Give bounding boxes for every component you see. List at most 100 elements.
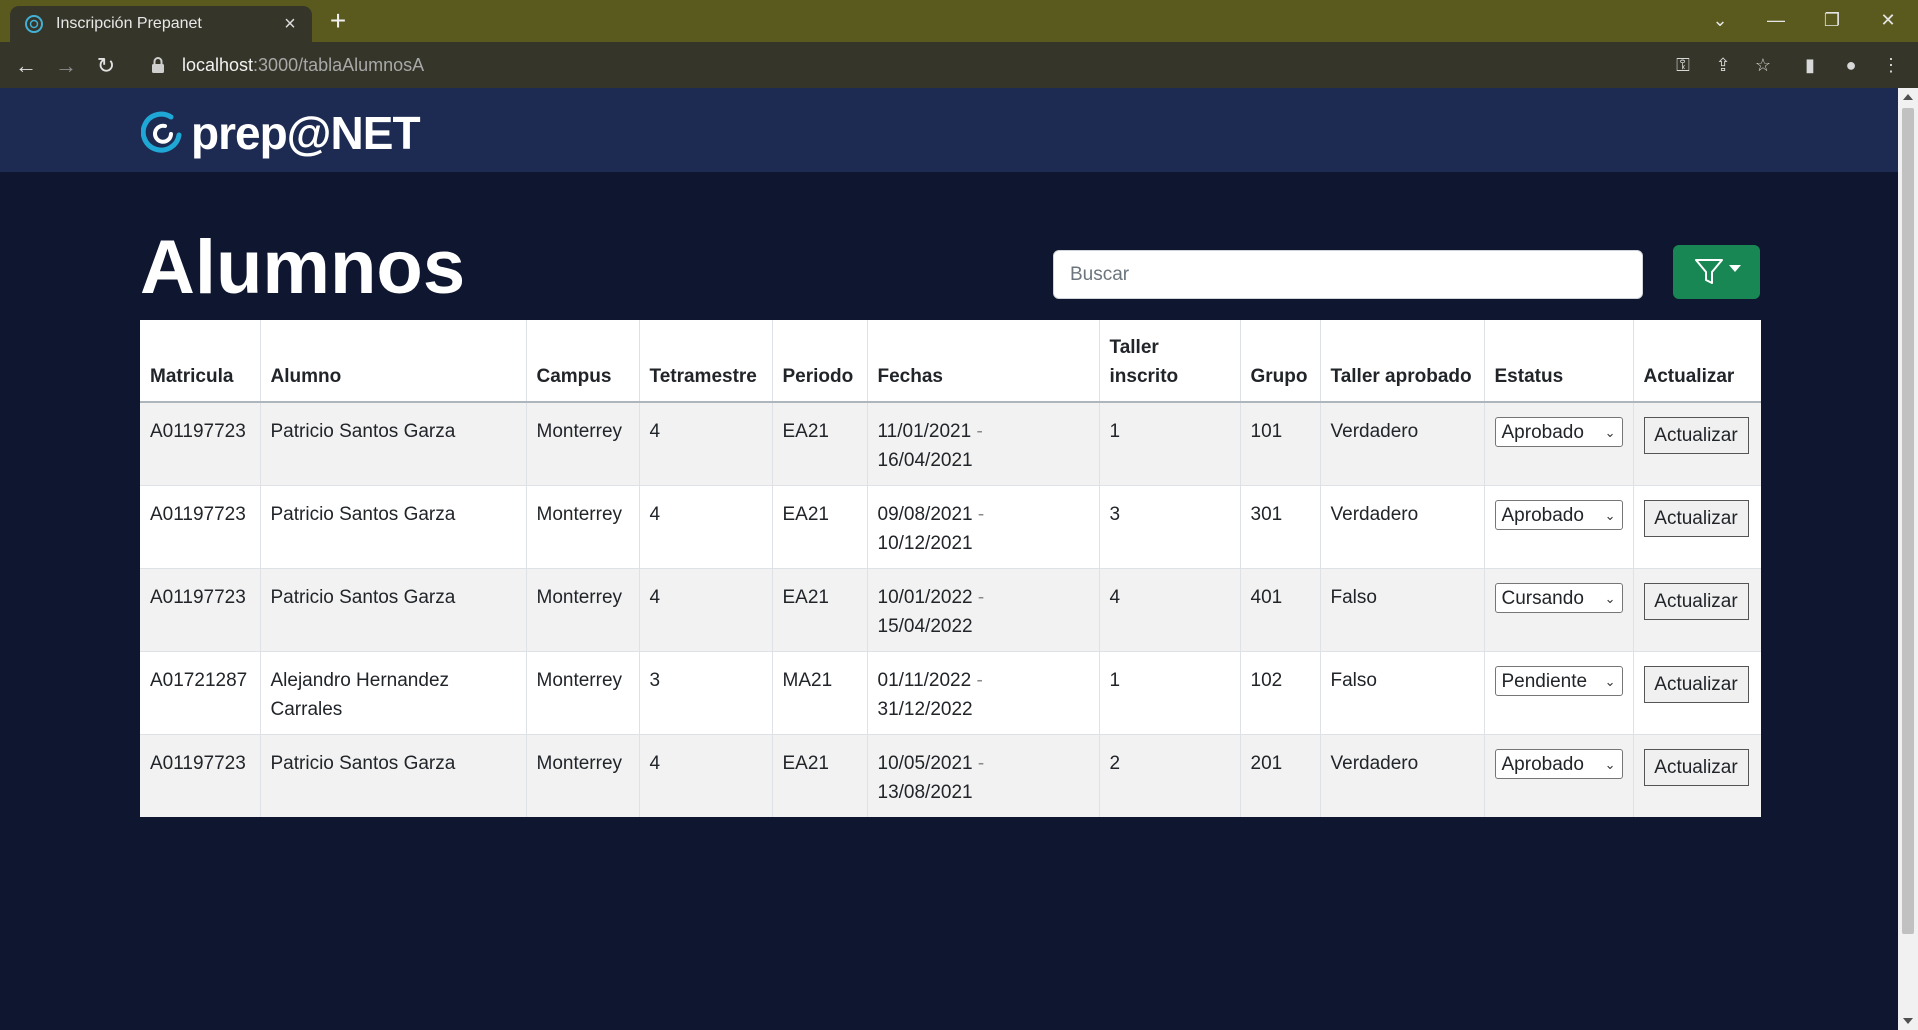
app-navbar: prep@NET xyxy=(0,88,1898,172)
scroll-up-icon[interactable] xyxy=(1903,94,1913,100)
cell-taller-aprobado: Falso xyxy=(1320,568,1485,652)
chevron-down-icon: ⌄ xyxy=(1604,424,1616,440)
col-header-grupo: Grupo xyxy=(1240,320,1321,403)
cell-alumno: Patricio Santos Garza xyxy=(260,485,527,569)
close-tab-icon[interactable]: × xyxy=(278,12,302,36)
back-icon[interactable]: ← xyxy=(10,50,42,82)
browser-toolbar: ← → ↻ localhost :3000/tablaAlumnosA ⚿ ⇪ … xyxy=(0,42,1918,88)
table-row: A01197723 Patricio Santos Garza Monterrey 4… xyxy=(140,734,1761,817)
reload-icon[interactable]: ↻ xyxy=(90,50,122,82)
actualizar-button[interactable]: Actualizar xyxy=(1643,500,1749,537)
profile-icon[interactable]: ● xyxy=(1838,52,1864,78)
cell-grupo: 401 xyxy=(1240,568,1321,652)
cell-tetramestre: 4 xyxy=(639,485,773,569)
fecha-inicio: 10/05/2021 xyxy=(877,753,973,774)
cell-matricula: A01197723 xyxy=(140,401,261,486)
actualizar-button[interactable]: Actualizar xyxy=(1643,666,1749,703)
cell-fechas: 01/11/2022 -31/12/2022 xyxy=(867,651,1100,735)
forward-icon[interactable]: → xyxy=(50,50,82,82)
cell-tetramestre: 4 xyxy=(639,734,773,817)
fecha-fin: 31/12/2022 xyxy=(877,699,973,720)
new-tab-icon[interactable]: + xyxy=(322,6,354,38)
estatus-select[interactable]: Aprobado ⌄ xyxy=(1494,417,1623,447)
cell-taller-inscrito: 2 xyxy=(1099,734,1241,817)
cell-alumno: Patricio Santos Garza xyxy=(260,734,527,817)
table-row: A01197723 Patricio Santos Garza Monterrey 4… xyxy=(140,568,1761,652)
restore-icon[interactable]: ❐ xyxy=(1812,4,1852,36)
page-scrollbar[interactable] xyxy=(1898,88,1918,1030)
estatus-select[interactable]: Aprobado ⌄ xyxy=(1494,500,1623,530)
cell-alumno: Patricio Santos Garza xyxy=(260,568,527,652)
actualizar-button[interactable]: Actualizar xyxy=(1643,749,1749,786)
col-header-alumno: Alumno xyxy=(260,320,527,403)
bookmark-star-icon[interactable]: ☆ xyxy=(1750,52,1776,78)
students-table-container: Matricula Alumno Campus Tetramestre Peri… xyxy=(140,320,1761,817)
cell-actualizar: Actualizar xyxy=(1633,401,1761,486)
chevron-down-icon: ⌄ xyxy=(1604,673,1616,689)
actualizar-button[interactable]: Actualizar xyxy=(1643,583,1749,620)
cell-estatus: Aprobado ⌄ xyxy=(1484,485,1634,569)
estatus-select[interactable]: Pendiente ⌄ xyxy=(1494,666,1623,696)
col-header-matricula: Matricula xyxy=(140,320,261,403)
estatus-value: Pendiente xyxy=(1501,670,1588,692)
minimize-icon[interactable]: — xyxy=(1756,4,1796,36)
prepanet-logo[interactable]: prep@NET xyxy=(141,106,421,160)
chevron-down-icon: ⌄ xyxy=(1604,590,1616,606)
cell-periodo: EA21 xyxy=(772,401,868,486)
cell-tetramestre: 4 xyxy=(639,568,773,652)
scrollbar-thumb[interactable] xyxy=(1902,108,1914,934)
page-content: prep@NET Alumnos Matricula Alumno Campus… xyxy=(0,88,1898,1030)
cell-taller-inscrito: 1 xyxy=(1099,651,1241,735)
key-icon[interactable]: ⚿ xyxy=(1670,52,1696,78)
table-row: A01721287 Alejandro Hernandez Carrales Mon… xyxy=(140,651,1761,735)
col-header-taller-aprobado: Taller aprobado xyxy=(1320,320,1485,403)
cell-grupo: 301 xyxy=(1240,485,1321,569)
filter-dropdown-button[interactable] xyxy=(1673,245,1760,299)
cell-fechas: 11/01/2021 -16/04/2021 xyxy=(867,401,1100,486)
url-path: :3000/tablaAlumnosA xyxy=(253,54,425,75)
share-icon[interactable]: ⇪ xyxy=(1710,52,1736,78)
cell-matricula: A01197723 xyxy=(140,568,261,652)
estatus-select[interactable]: Cursando ⌄ xyxy=(1494,583,1623,613)
browser-tab[interactable]: Inscripción Prepanet × xyxy=(10,6,312,42)
cell-periodo: MA21 xyxy=(772,651,868,735)
cell-matricula: A01197723 xyxy=(140,485,261,569)
dropdown-caret-icon xyxy=(1728,264,1741,272)
cell-periodo: EA21 xyxy=(772,734,868,817)
cell-fechas: 10/01/2022 -15/04/2022 xyxy=(867,568,1100,652)
fecha-separator: - xyxy=(977,587,985,608)
cell-fechas: 09/08/2021 -10/12/2021 xyxy=(867,485,1100,569)
address-bar[interactable]: localhost :3000/tablaAlumnosA xyxy=(138,48,1738,82)
fecha-inicio: 01/11/2022 xyxy=(877,670,972,691)
url-host: localhost xyxy=(182,54,254,75)
tab-title: Inscripción Prepanet xyxy=(56,15,202,32)
cell-tetramestre: 3 xyxy=(639,651,773,735)
fecha-inicio: 10/01/2022 xyxy=(877,587,973,608)
cell-matricula: A01197723 xyxy=(140,734,261,817)
col-header-actualizar: Actualizar xyxy=(1633,320,1761,403)
cell-taller-aprobado: Verdadero xyxy=(1320,485,1485,569)
menu-kebab-icon[interactable]: ⋮ xyxy=(1878,52,1904,78)
chevron-down-icon: ⌄ xyxy=(1604,507,1616,523)
close-window-icon[interactable]: ✕ xyxy=(1868,4,1908,36)
search-input[interactable] xyxy=(1053,250,1643,299)
tab-search-icon[interactable]: ⌄ xyxy=(1700,4,1740,36)
page-title: Alumnos xyxy=(140,225,466,310)
cell-grupo: 201 xyxy=(1240,734,1321,817)
fecha-fin: 16/04/2021 xyxy=(877,450,973,471)
cell-periodo: EA21 xyxy=(772,485,868,569)
estatus-value: Aprobado xyxy=(1501,504,1584,526)
cell-alumno: Alejandro Hernandez Carrales xyxy=(260,651,527,735)
col-header-campus: Campus xyxy=(526,320,640,403)
cell-actualizar: Actualizar xyxy=(1633,568,1761,652)
fecha-inicio: 09/08/2021 xyxy=(877,504,973,525)
col-header-taller-inscrito: Taller inscrito xyxy=(1099,320,1241,403)
cell-taller-aprobado: Falso xyxy=(1320,651,1485,735)
actualizar-button[interactable]: Actualizar xyxy=(1643,417,1749,454)
estatus-select[interactable]: Aprobado ⌄ xyxy=(1494,749,1623,779)
col-header-fechas: Fechas xyxy=(867,320,1100,403)
estatus-value: Cursando xyxy=(1501,587,1584,609)
scroll-down-icon[interactable] xyxy=(1903,1018,1913,1024)
estatus-value: Aprobado xyxy=(1501,753,1584,775)
side-panel-icon[interactable]: ▮ xyxy=(1797,52,1823,78)
